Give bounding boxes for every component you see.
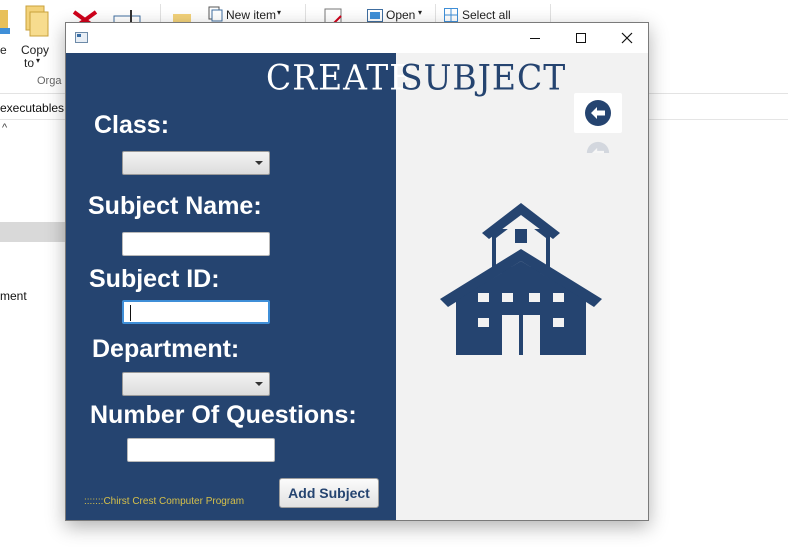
new-item-label[interactable]: New item <box>226 8 276 22</box>
department-label: Department: <box>92 335 240 363</box>
number-of-questions-input[interactable] <box>127 438 275 462</box>
create-subject-window: Class: Subject Name: Subject ID: Departm… <box>65 22 649 521</box>
nav-item-label[interactable]: ment <box>0 289 27 303</box>
illustration-panel <box>396 53 648 520</box>
nav-expand-caret-icon[interactable]: ^ <box>2 122 7 134</box>
subject-name-label: Subject Name: <box>88 192 262 220</box>
copy-to-caret-icon: ▾ <box>36 56 41 65</box>
department-select[interactable] <box>122 372 270 396</box>
new-item-caret-icon: ▾ <box>277 8 282 17</box>
page-title-create: CREATE <box>266 57 415 98</box>
window-content: Class: Subject Name: Subject ID: Departm… <box>66 53 648 520</box>
arrow-left-circle-reflection-icon <box>586 141 610 153</box>
subject-id-label: Subject ID: <box>89 265 220 293</box>
organize-group-label: Orga <box>37 75 62 87</box>
copy-to-label-line2[interactable]: to <box>24 56 34 70</box>
address-text: executables <box>0 101 65 115</box>
arrow-left-circle-icon <box>585 100 611 126</box>
open-caret-icon: ▾ <box>418 8 423 17</box>
number-of-questions-label: Number Of Questions: <box>90 401 357 429</box>
new-item-icon[interactable] <box>207 6 223 22</box>
move-to-label[interactable]: e <box>0 43 7 57</box>
subject-id-input[interactable] <box>122 300 270 324</box>
class-select[interactable] <box>122 151 270 175</box>
form-panel: Class: Subject Name: Subject ID: Departm… <box>66 53 396 520</box>
minimize-button[interactable] <box>512 23 558 53</box>
minimize-icon <box>530 38 540 39</box>
subject-name-input[interactable] <box>122 232 270 256</box>
page-title-subject: SUBJECT <box>400 57 567 98</box>
close-icon <box>621 32 633 44</box>
maximize-button[interactable] <box>558 23 604 53</box>
school-building-icon <box>440 203 602 355</box>
title-bar[interactable] <box>66 23 648 53</box>
copy-to-icon[interactable] <box>22 4 50 40</box>
close-button[interactable] <box>604 23 650 53</box>
add-subject-button[interactable]: Add Subject <box>279 478 379 508</box>
copy-to-label[interactable]: Copy <box>21 43 49 57</box>
back-button[interactable] <box>574 93 622 133</box>
select-all-label[interactable]: Select all <box>462 8 511 22</box>
footer-credit: :::::::Chirst Crest Computer Program <box>84 496 245 507</box>
class-label: Class: <box>94 111 170 139</box>
open-label[interactable]: Open <box>386 8 415 22</box>
text-caret <box>130 305 131 321</box>
open-icon[interactable] <box>367 9 383 22</box>
maximize-icon <box>576 33 586 43</box>
nav-item-selected[interactable] <box>0 222 66 242</box>
back-button-reflection <box>586 141 610 153</box>
chevron-down-icon <box>255 382 263 386</box>
select-all-icon[interactable] <box>444 8 458 22</box>
app-icon <box>75 32 88 43</box>
move-to-icon[interactable] <box>0 6 10 40</box>
chevron-down-icon <box>255 161 263 165</box>
